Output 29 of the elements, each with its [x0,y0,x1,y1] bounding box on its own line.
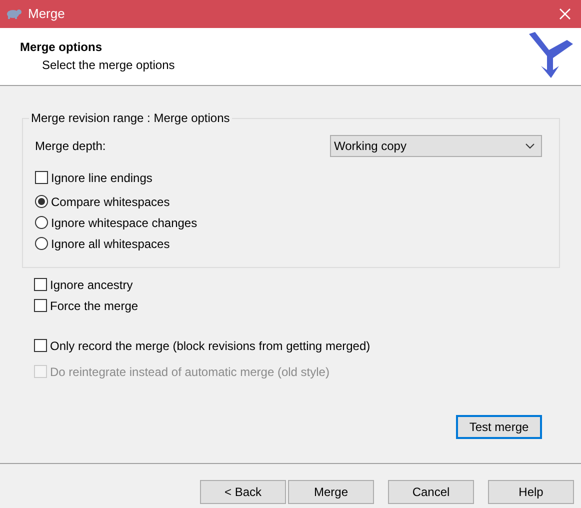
checkbox[interactable] [34,339,47,352]
dialog-button[interactable]: < Back [200,480,286,504]
radio-button[interactable] [35,195,48,208]
dropdown[interactable]: Working copy [330,135,542,157]
radio-label: Ignore whitespace changes [51,214,198,232]
checkbox-label: Force the merge [50,298,138,314]
header-title: Merge options [20,39,104,56]
checkbox-label: Only record the merge (block revisions from getting merged) [50,338,370,354]
header-subtitle: Select the merge options [41,57,176,74]
chevron-down-icon [525,143,535,149]
radio-button[interactable] [35,237,48,250]
checkbox[interactable] [34,299,47,312]
radio-label: Compare whitespaces [51,194,170,210]
close-icon[interactable] [559,8,571,20]
checkbox-label: Ignore ancestry [50,276,133,294]
radio-label: Ignore all whitespaces [51,236,170,252]
checkbox[interactable] [35,171,48,184]
merge-arrow-icon [527,32,573,80]
field-label: Merge depth: [35,138,106,155]
dialog-button[interactable]: Help [488,480,574,504]
checkbox[interactable] [34,278,47,291]
checkbox-label: Ignore line endings [51,170,152,186]
test-merge-button[interactable]: Test merge [456,415,542,439]
checkbox-label: Do reintegrate instead of automatic merge (old style) [50,364,330,380]
window-title: Merge [28,5,66,24]
dialog-button[interactable]: Merge [288,480,374,504]
radio-button[interactable] [35,216,48,229]
group-title: Merge revision range : Merge options [29,111,232,125]
dialog-button[interactable]: Cancel [388,480,474,504]
